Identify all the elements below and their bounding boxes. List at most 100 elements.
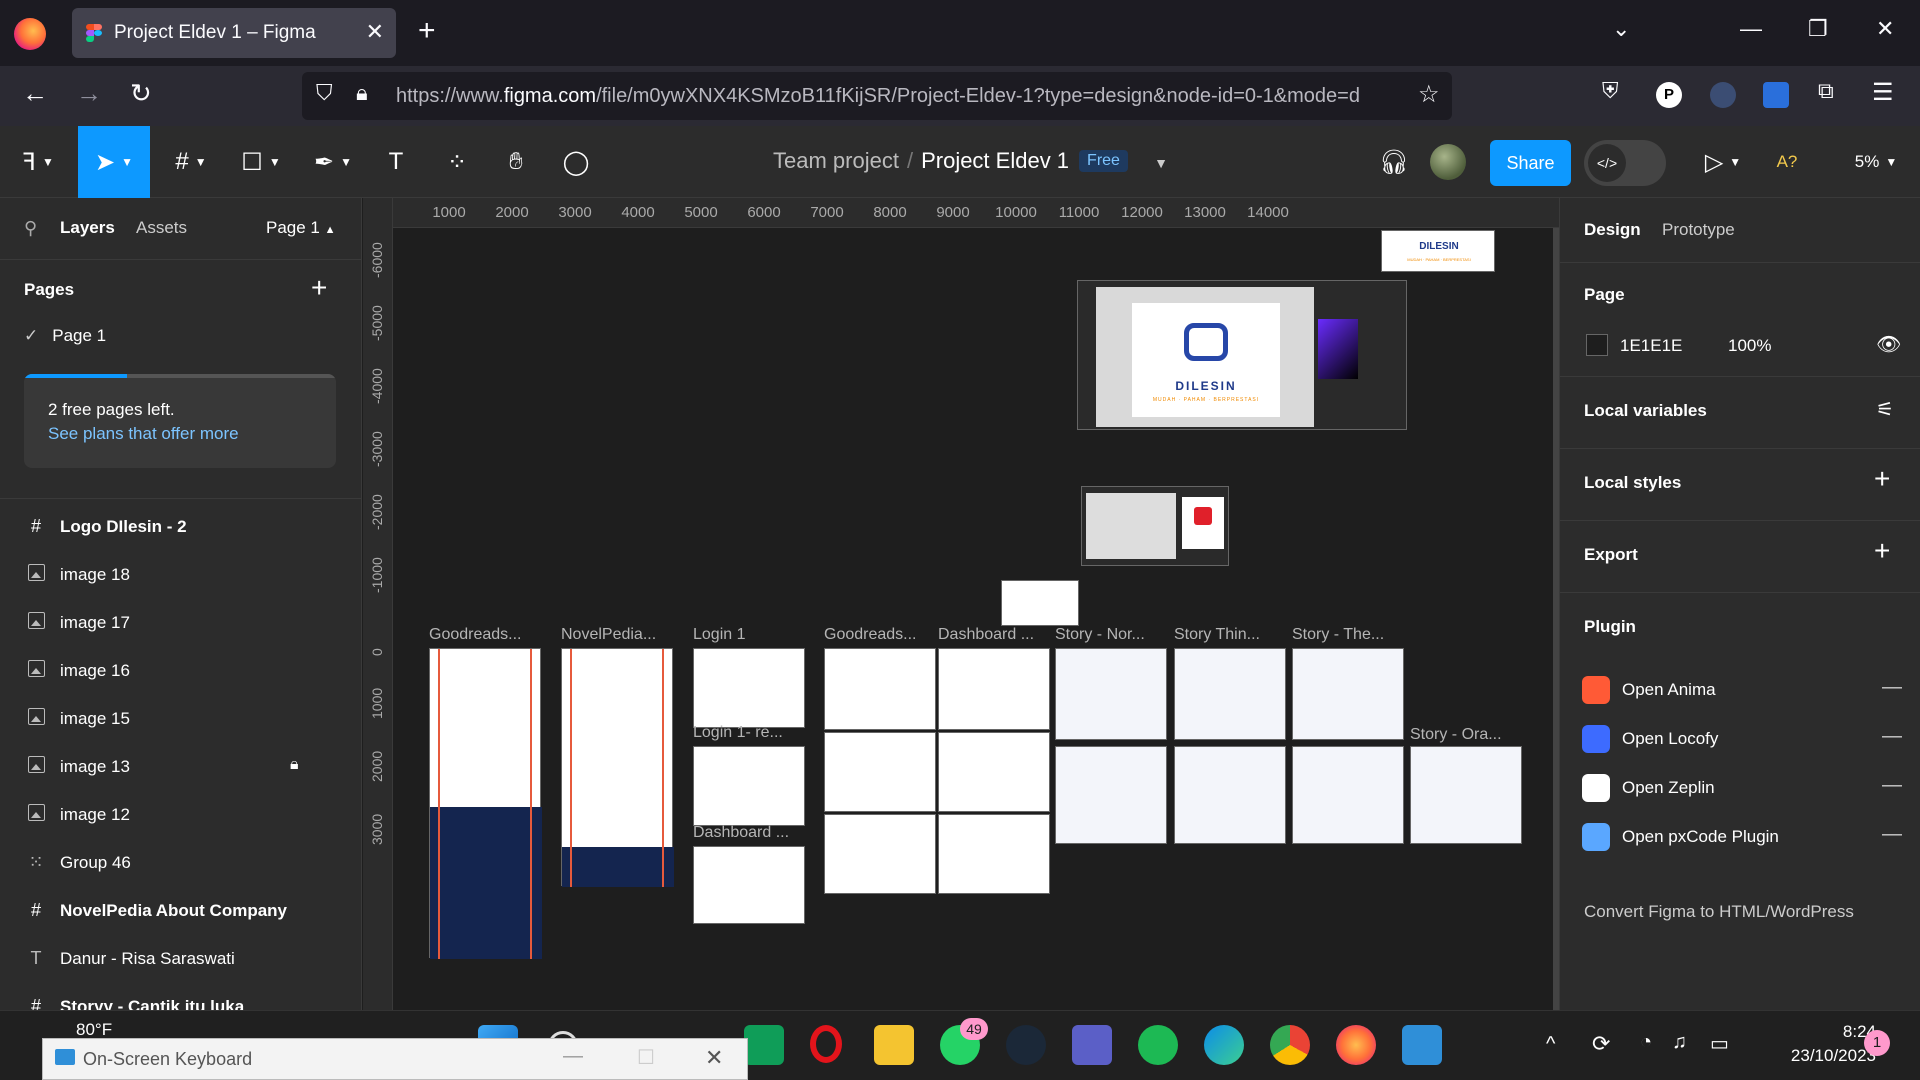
logo-frame-small[interactable]: DILESIN MUDAH · PAHAM · BERPRESTASI (1381, 230, 1495, 272)
story-frame-2[interactable] (1055, 746, 1167, 844)
firefox-logo-icon[interactable] (14, 18, 46, 50)
list-tabs-icon[interactable]: ⌄ (1612, 16, 1630, 42)
story-frame-6[interactable] (1292, 746, 1404, 844)
chevron-up-tray-icon[interactable]: ^ (1546, 1033, 1555, 1056)
dashboard-frame-2[interactable] (938, 732, 1050, 812)
url-text[interactable]: https://www.figma.com/file/m0ywXNX4KSMzo… (396, 85, 1406, 108)
pocket-icon[interactable]: ⛨ (1602, 78, 1619, 104)
login-register-frame[interactable] (693, 746, 805, 826)
remove-minus-icon[interactable]: — (1882, 725, 1902, 748)
page-color-swatch[interactable] (1586, 334, 1608, 356)
translate-extension-icon[interactable] (1763, 82, 1789, 108)
menu-hamburger-icon[interactable]: ☰ (1872, 78, 1894, 107)
layer-item[interactable]: image 17 (0, 600, 362, 648)
remove-minus-icon[interactable]: — (1882, 774, 1902, 797)
remove-minus-icon[interactable]: — (1882, 823, 1902, 846)
add-style-plus-icon[interactable]: + (1874, 463, 1890, 495)
project-name[interactable]: Project Eldev 1 (921, 148, 1069, 173)
plugin-item[interactable]: Open Anima — (1582, 672, 1902, 712)
layer-item[interactable]: # NovelPedia About Company (0, 888, 362, 936)
hand-tool-button[interactable]: ✋︎ (496, 126, 536, 198)
resources-button[interactable]: ⁘ (438, 126, 476, 198)
text-tool-button[interactable]: T (378, 126, 414, 198)
back-icon[interactable]: ← (22, 78, 48, 109)
small-card-frame[interactable] (1001, 580, 1079, 626)
volume-icon[interactable]: ♫ (1672, 1031, 1687, 1054)
plugin-item[interactable]: Open Locofy — (1582, 721, 1902, 761)
wifi-icon[interactable]: ◔ (1640, 1031, 1652, 1054)
tab-assets[interactable]: Assets (136, 218, 187, 238)
tab-prototype[interactable]: Prototype (1662, 220, 1735, 240)
file-explorer-icon[interactable] (874, 1025, 914, 1065)
move-tool-button[interactable]: ➤ ▼ (78, 126, 150, 198)
team-name[interactable]: Team project (773, 148, 899, 173)
steam-icon[interactable] (1006, 1025, 1046, 1065)
profile-p-icon[interactable]: P (1656, 82, 1682, 108)
plugin-item[interactable]: Open pxCode Plugin — (1582, 819, 1902, 859)
forward-icon[interactable]: → (76, 78, 102, 109)
chrome-icon[interactable] (1270, 1025, 1310, 1065)
remove-minus-icon[interactable]: — (1882, 676, 1902, 699)
plugin-item[interactable]: Open Zeplin — (1582, 770, 1902, 810)
story-frame-5[interactable] (1292, 648, 1404, 740)
add-page-plus-icon[interactable]: + (311, 272, 327, 304)
minimize-icon[interactable]: — (1740, 16, 1762, 42)
share-button[interactable]: Share (1490, 140, 1571, 186)
firefox-taskbar-icon[interactable] (1336, 1025, 1376, 1065)
rdp-icon[interactable] (1402, 1025, 1442, 1065)
bookmark-star-icon[interactable]: ☆ (1418, 80, 1440, 109)
reload-icon[interactable]: ↻ (130, 78, 152, 109)
browser-tab[interactable]: Project Eldev 1 – Figma ✕ (72, 8, 396, 58)
pen-tool-button[interactable]: ✒ ▼ (306, 126, 360, 198)
cursor-extension-icon[interactable] (1710, 82, 1736, 108)
local-variables-section[interactable]: Local variables ⚟ (1560, 376, 1920, 448)
goodreads-frame-3[interactable] (824, 732, 936, 812)
layer-item[interactable]: image 15 (0, 696, 362, 744)
sliders-icon[interactable]: ⚟ (1876, 397, 1894, 422)
login-frame[interactable] (693, 648, 805, 728)
system-clock[interactable]: 8:24 23/10/2023 (1760, 1020, 1876, 1068)
osk-minimize-icon[interactable]: — (563, 1045, 583, 1068)
audio-button[interactable]: 🎧︎ (1376, 126, 1412, 198)
layer-item[interactable]: image 18 (0, 552, 362, 600)
layer-item[interactable]: T Danur - Risa Saraswati (0, 936, 362, 984)
search-icon[interactable]: ⚲ (24, 218, 37, 239)
frame-tool-button[interactable]: # ▼ (164, 126, 218, 198)
weather-widget[interactable]: 80°F (76, 1020, 112, 1040)
notification-badge[interactable]: 1 (1864, 1030, 1890, 1056)
new-tab-icon[interactable]: + (418, 14, 436, 48)
comment-tool-button[interactable]: ◯ (556, 126, 596, 198)
shape-tool-button[interactable]: ☐ ▼ (234, 126, 288, 198)
main-menu-button[interactable]: ꟻ ▼ (12, 126, 64, 198)
lock-icon[interactable]: 🔒︎ (356, 80, 368, 106)
osk-close-icon[interactable]: ✕ (705, 1045, 723, 1071)
page-selector[interactable]: Page 1 ▲ (266, 218, 336, 238)
url-bar[interactable]: ⛉ 🔒︎ https://www.figma.com/file/m0ywXNX4… (302, 72, 1452, 120)
novelpedia-frame[interactable] (561, 648, 674, 887)
layer-item[interactable]: image 12 (0, 792, 362, 840)
goodreads-frame-2[interactable] (824, 648, 936, 730)
export-section[interactable]: Export + (1560, 520, 1920, 592)
story-frame-4[interactable] (1174, 746, 1286, 844)
lock-icon[interactable]: 🔒︎ (290, 756, 299, 774)
present-button[interactable]: ▷ ▼ (1698, 126, 1748, 198)
teams-icon[interactable] (1072, 1025, 1112, 1065)
layer-item[interactable]: image 13 🔒︎ (0, 744, 362, 792)
story-frame-7[interactable] (1410, 746, 1522, 844)
photo-collage-frame[interactable] (1081, 486, 1229, 566)
see-plans-link[interactable]: See plans that offer more (48, 424, 239, 444)
goodreads-frame-1[interactable] (429, 648, 542, 959)
page-color-value[interactable]: 1E1E1E (1620, 336, 1682, 356)
chevron-down-icon[interactable]: ▼ (1154, 155, 1168, 171)
extensions-puzzle-icon[interactable]: ⧉ (1818, 78, 1834, 104)
dev-mode-toggle[interactable]: </> (1584, 140, 1666, 186)
eye-visibility-icon[interactable]: 👁︎ (1876, 332, 1901, 357)
dashboard-frame-3[interactable] (938, 814, 1050, 894)
zoom-menu[interactable]: 5% ▼ (1846, 126, 1906, 198)
missing-fonts-button[interactable]: A? (1772, 126, 1802, 198)
layer-item[interactable]: # Logo DIlesin - 2 (0, 504, 362, 552)
green-app-icon[interactable] (744, 1025, 784, 1065)
dashboard-frame-1[interactable] (938, 648, 1050, 730)
design-canvas[interactable]: 0 1000 2000 3000 4000 5000 6000 7000 8000 9000 100… (363, 198, 1559, 1010)
close-window-icon[interactable]: ✕ (1876, 16, 1894, 42)
